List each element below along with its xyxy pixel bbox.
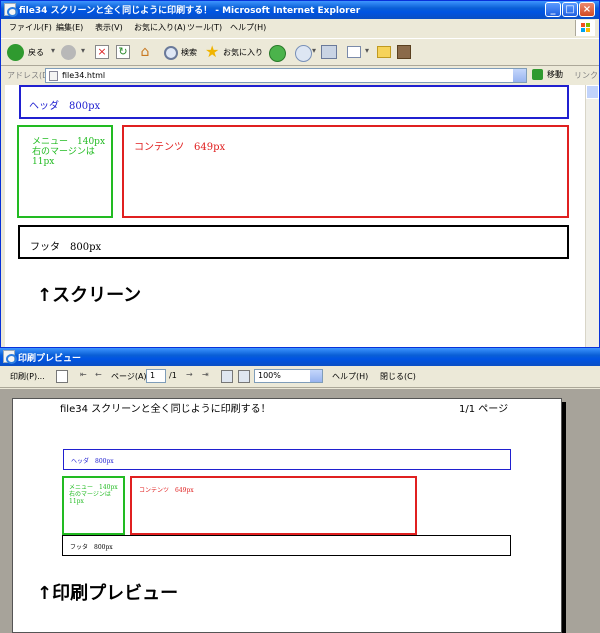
scroll-up-arrow-icon[interactable] bbox=[586, 85, 599, 99]
mail-icon[interactable] bbox=[295, 45, 312, 62]
print-icon[interactable] bbox=[321, 45, 337, 59]
page-shadow bbox=[562, 402, 566, 633]
single-page-view-icon[interactable] bbox=[221, 370, 233, 383]
refresh-icon[interactable]: ↻ bbox=[116, 45, 130, 59]
windows-logo-icon bbox=[575, 20, 595, 36]
preview-title-bar[interactable]: 印刷プレビュー bbox=[0, 348, 600, 366]
screen-menu-box: メニュー 140px 右のマージンは 11px bbox=[17, 125, 113, 218]
edit-dropdown-icon[interactable]: ▾ bbox=[365, 46, 369, 55]
page-icon bbox=[49, 71, 58, 81]
edit-icon[interactable] bbox=[347, 46, 361, 58]
standard-toolbar: 戻る ▾ ▾ × ↻ ⌂ 検索 ★ お気に入り ▾ ▾ bbox=[1, 38, 599, 66]
next-page-icon[interactable]: → bbox=[186, 370, 193, 379]
ie-window-title: file34 スクリーンと全く同じように印刷する！ - Microsoft In… bbox=[19, 6, 361, 16]
preview-page: file34 スクリーンと全く同じように印刷する！ 1/1 ページ ヘッダ 80… bbox=[12, 398, 562, 633]
ie-title-bar[interactable]: file34 スクリーンと全く同じように印刷する！ - Microsoft In… bbox=[1, 1, 599, 19]
search-icon[interactable] bbox=[164, 46, 178, 60]
forward-arrow-icon[interactable] bbox=[61, 45, 76, 60]
zoom-select[interactable]: 100% bbox=[254, 369, 323, 383]
close-button[interactable]: × bbox=[579, 2, 595, 17]
multi-page-view-icon[interactable] bbox=[238, 370, 250, 383]
preview-content-box: コンテンツ 649px bbox=[130, 476, 417, 535]
help-button[interactable]: ヘルプ(H) bbox=[332, 371, 368, 382]
links-button[interactable]: リンク bbox=[574, 70, 598, 81]
preview-menu-line2: 右のマージンは bbox=[69, 491, 111, 498]
print-preview-window: 印刷プレビュー 印刷(P)... ⇤ ← ページ(A) 1 /1 → ⇥ 100… bbox=[0, 348, 600, 633]
menu-bar: ファイル(F) 編集(E) 表示(V) お気に入り(A) ツール(T) ヘルプ(… bbox=[1, 19, 599, 37]
go-button[interactable]: 移動 bbox=[547, 69, 563, 80]
paper-header-title: file34 スクリーンと全く同じように印刷する！ bbox=[60, 404, 271, 415]
preview-footer-box: フッタ 800px bbox=[62, 535, 511, 556]
screen-menu-line1: メニュー 140px bbox=[32, 137, 106, 147]
screen-footer-box: フッタ 800px bbox=[18, 225, 569, 259]
back-dropdown-icon[interactable]: ▾ bbox=[51, 46, 55, 55]
discuss-icon[interactable] bbox=[377, 46, 391, 58]
print-button[interactable]: 印刷(P)... bbox=[10, 371, 45, 382]
media-icon[interactable] bbox=[269, 45, 286, 62]
address-field[interactable]: file34.html bbox=[45, 68, 527, 83]
page-number-input[interactable]: 1 bbox=[146, 369, 166, 383]
close-preview-button[interactable]: 閉じる(C) bbox=[380, 371, 416, 382]
back-button[interactable]: 戻る bbox=[28, 47, 44, 58]
preview-header-box: ヘッダ 800px bbox=[63, 449, 511, 470]
preview-header-label: ヘッダ 800px bbox=[71, 458, 114, 465]
vertical-scrollbar[interactable] bbox=[585, 85, 599, 347]
page-total: /1 bbox=[169, 371, 177, 380]
favorites-star-icon[interactable]: ★ bbox=[205, 42, 219, 61]
screen-menu-line2: 右のマージンは bbox=[32, 147, 95, 157]
screen-menu-line3: 11px bbox=[32, 157, 55, 167]
menu-tools[interactable]: ツール(T) bbox=[187, 22, 222, 33]
zoom-dropdown-icon[interactable] bbox=[310, 370, 322, 382]
zoom-value[interactable]: 100% bbox=[258, 371, 281, 380]
screen-header-box: ヘッダ 800px bbox=[19, 85, 569, 119]
address-value[interactable]: file34.html bbox=[62, 71, 105, 80]
screen-content-label: コンテンツ 649px bbox=[134, 142, 226, 153]
address-dropdown-icon[interactable] bbox=[513, 69, 526, 82]
screen-content-box: コンテンツ 649px bbox=[122, 125, 569, 218]
page-label: ページ(A) bbox=[111, 372, 147, 381]
go-arrow-icon[interactable] bbox=[532, 69, 543, 80]
preview-window-title: 印刷プレビュー bbox=[18, 354, 82, 364]
first-page-icon[interactable]: ⇤ bbox=[80, 370, 87, 379]
preview-menu-box: メニュー 140px 右のマージンは 11px bbox=[62, 476, 125, 535]
ie-page-icon bbox=[4, 3, 18, 17]
messenger-icon[interactable] bbox=[397, 45, 411, 59]
paper-header-page: 1/1 ページ bbox=[459, 404, 509, 415]
preview-footer-label: フッタ 800px bbox=[70, 544, 113, 551]
preview-menu-line3: 11px bbox=[69, 498, 84, 505]
page-number-value[interactable]: 1 bbox=[150, 371, 155, 380]
favorites-button[interactable]: お気に入り bbox=[223, 47, 263, 58]
back-arrow-icon[interactable] bbox=[7, 44, 24, 61]
address-bar: アドレス(D) file34.html 移動 リンク bbox=[1, 67, 599, 85]
maximize-button[interactable]: □ bbox=[562, 2, 578, 17]
forward-dropdown-icon[interactable]: ▾ bbox=[81, 46, 85, 55]
ie-window: file34 スクリーンと全く同じように印刷する！ - Microsoft In… bbox=[0, 0, 600, 348]
menu-favorites[interactable]: お気に入り(A) bbox=[134, 22, 186, 33]
menu-file[interactable]: ファイル(F) bbox=[9, 22, 52, 33]
preview-content-label: コンテンツ 649px bbox=[139, 487, 194, 494]
stop-icon[interactable]: × bbox=[95, 45, 109, 59]
preview-window-icon bbox=[3, 350, 17, 364]
caption-preview: ↑印刷プレビュー bbox=[37, 583, 179, 604]
minimize-button[interactable]: _ bbox=[545, 2, 561, 17]
preview-menu-line1: メニュー 140px bbox=[69, 484, 118, 491]
search-button[interactable]: 検索 bbox=[181, 47, 197, 58]
page-setup-icon[interactable] bbox=[56, 370, 68, 383]
prev-page-icon[interactable]: ← bbox=[95, 370, 102, 379]
menu-view[interactable]: 表示(V) bbox=[95, 22, 123, 33]
menu-help[interactable]: ヘルプ(H) bbox=[230, 22, 266, 33]
menu-edit[interactable]: 編集(E) bbox=[56, 22, 83, 33]
preview-toolbar: 印刷(P)... ⇤ ← ページ(A) 1 /1 → ⇥ 100% ヘルプ(H)… bbox=[0, 366, 600, 388]
screen-header-label: ヘッダ 800px bbox=[29, 101, 101, 112]
home-icon[interactable]: ⌂ bbox=[137, 44, 153, 60]
screen-footer-label: フッタ 800px bbox=[30, 242, 102, 253]
mail-dropdown-icon[interactable]: ▾ bbox=[312, 46, 316, 55]
caption-screen: ↑スクリーン bbox=[37, 285, 142, 306]
browser-viewport: ヘッダ 800px メニュー 140px 右のマージンは 11px コンテンツ … bbox=[5, 85, 585, 347]
last-page-icon[interactable]: ⇥ bbox=[202, 370, 209, 379]
